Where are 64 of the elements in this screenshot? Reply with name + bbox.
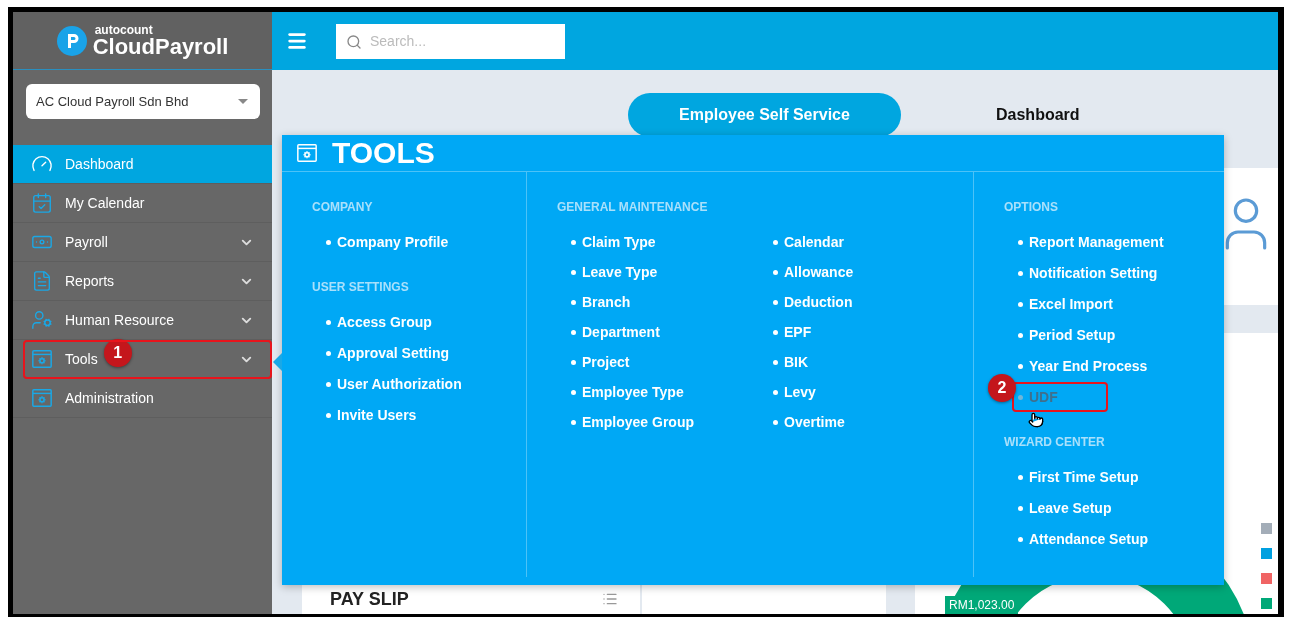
step-badge: 1 xyxy=(103,339,132,367)
sidebar-item[interactable]: Human Resource xyxy=(13,301,272,340)
section-heading: COMPANY xyxy=(312,200,374,215)
menu-link[interactable]: Access Group xyxy=(326,314,432,332)
menu-icon[interactable] xyxy=(286,30,308,52)
section-heading: GENERAL MAINTENANCE xyxy=(557,200,709,215)
brand-tagline: autocount xyxy=(94,23,154,36)
search-field[interactable]: Search... xyxy=(336,23,565,59)
nav-icon xyxy=(31,309,53,331)
caret-icon xyxy=(238,99,248,104)
section-heading: USER SETTINGS xyxy=(312,280,410,295)
menu-link[interactable]: Claim Type xyxy=(571,234,656,252)
menu-link[interactable]: Company Profile xyxy=(326,234,449,252)
section-heading: OPTIONS xyxy=(1004,200,1059,215)
menu-link[interactable]: User Authorization xyxy=(326,376,462,394)
menu-link[interactable]: Year End Process xyxy=(1018,358,1148,376)
tools-icon xyxy=(296,142,318,164)
nav-icon xyxy=(31,348,53,370)
search-icon xyxy=(346,33,362,50)
sidebar-item[interactable]: My Calendar xyxy=(13,184,272,223)
menu-link[interactable]: Overtime xyxy=(773,414,845,432)
company-select[interactable]: AC Cloud Payroll Sdn Bhd xyxy=(26,84,260,119)
menu-link[interactable]: Calendar xyxy=(773,234,844,252)
donut-value: RM1,023.00 xyxy=(945,596,1019,614)
menu-link[interactable]: Notification Setting xyxy=(1018,265,1158,283)
list-icon[interactable] xyxy=(602,591,618,607)
dashboard-tab[interactable]: Dashboard xyxy=(996,106,1080,124)
brand-name: CloudPayroll xyxy=(92,35,229,58)
logo-icon xyxy=(56,25,87,56)
menu-link[interactable]: Leave Setup xyxy=(1018,500,1112,518)
sidebar-item[interactable]: Administration xyxy=(13,379,272,418)
menu-link[interactable]: Branch xyxy=(571,294,631,312)
menu-link[interactable]: BIK xyxy=(773,354,809,372)
menu-link[interactable]: Employee Type xyxy=(571,384,684,402)
menu-link[interactable]: Levy xyxy=(773,384,816,402)
menu-link[interactable]: Department xyxy=(571,324,660,342)
sidebar-item[interactable]: Dashboard xyxy=(13,145,272,184)
menu-link[interactable]: Project xyxy=(571,354,630,372)
step-badge: 2 xyxy=(988,374,1016,402)
nav-icon xyxy=(31,387,53,409)
menu-link[interactable]: Allowance xyxy=(773,264,854,282)
hand-cursor-icon xyxy=(1028,412,1044,428)
menu-link[interactable]: Approval Setting xyxy=(326,345,449,363)
menu-link[interactable]: Employee Group xyxy=(571,414,695,432)
sidebar-item[interactable]: Tools 1 xyxy=(23,340,272,379)
menu-title: TOOLS xyxy=(332,136,435,170)
popup-pointer xyxy=(273,353,282,371)
menu-link[interactable]: Excel Import xyxy=(1018,296,1114,314)
nav-icon xyxy=(31,192,53,214)
menu-link[interactable]: Attendance Setup xyxy=(1018,531,1148,549)
menu-link[interactable]: Invite Users xyxy=(326,407,417,425)
section-heading: WIZARD CENTER xyxy=(1004,435,1106,450)
employee-self-service-button[interactable]: Employee Self Service xyxy=(628,93,901,137)
menu-link[interactable]: EPF xyxy=(773,324,812,342)
menu-link[interactable]: Period Setup xyxy=(1018,327,1116,345)
sidebar-item[interactable]: Reports xyxy=(13,262,272,301)
menu-link[interactable]: Deduction xyxy=(773,294,853,312)
menu-link[interactable]: First Time Setup xyxy=(1018,469,1139,487)
nav-icon xyxy=(31,270,53,292)
card-title: PAY SLIP xyxy=(330,588,409,610)
sidebar-item[interactable]: Payroll xyxy=(13,223,272,262)
menu-link[interactable]: Leave Type xyxy=(571,264,658,282)
menu-link[interactable]: UDF xyxy=(1018,389,1058,407)
menu-link[interactable]: Report Management xyxy=(1018,234,1164,252)
